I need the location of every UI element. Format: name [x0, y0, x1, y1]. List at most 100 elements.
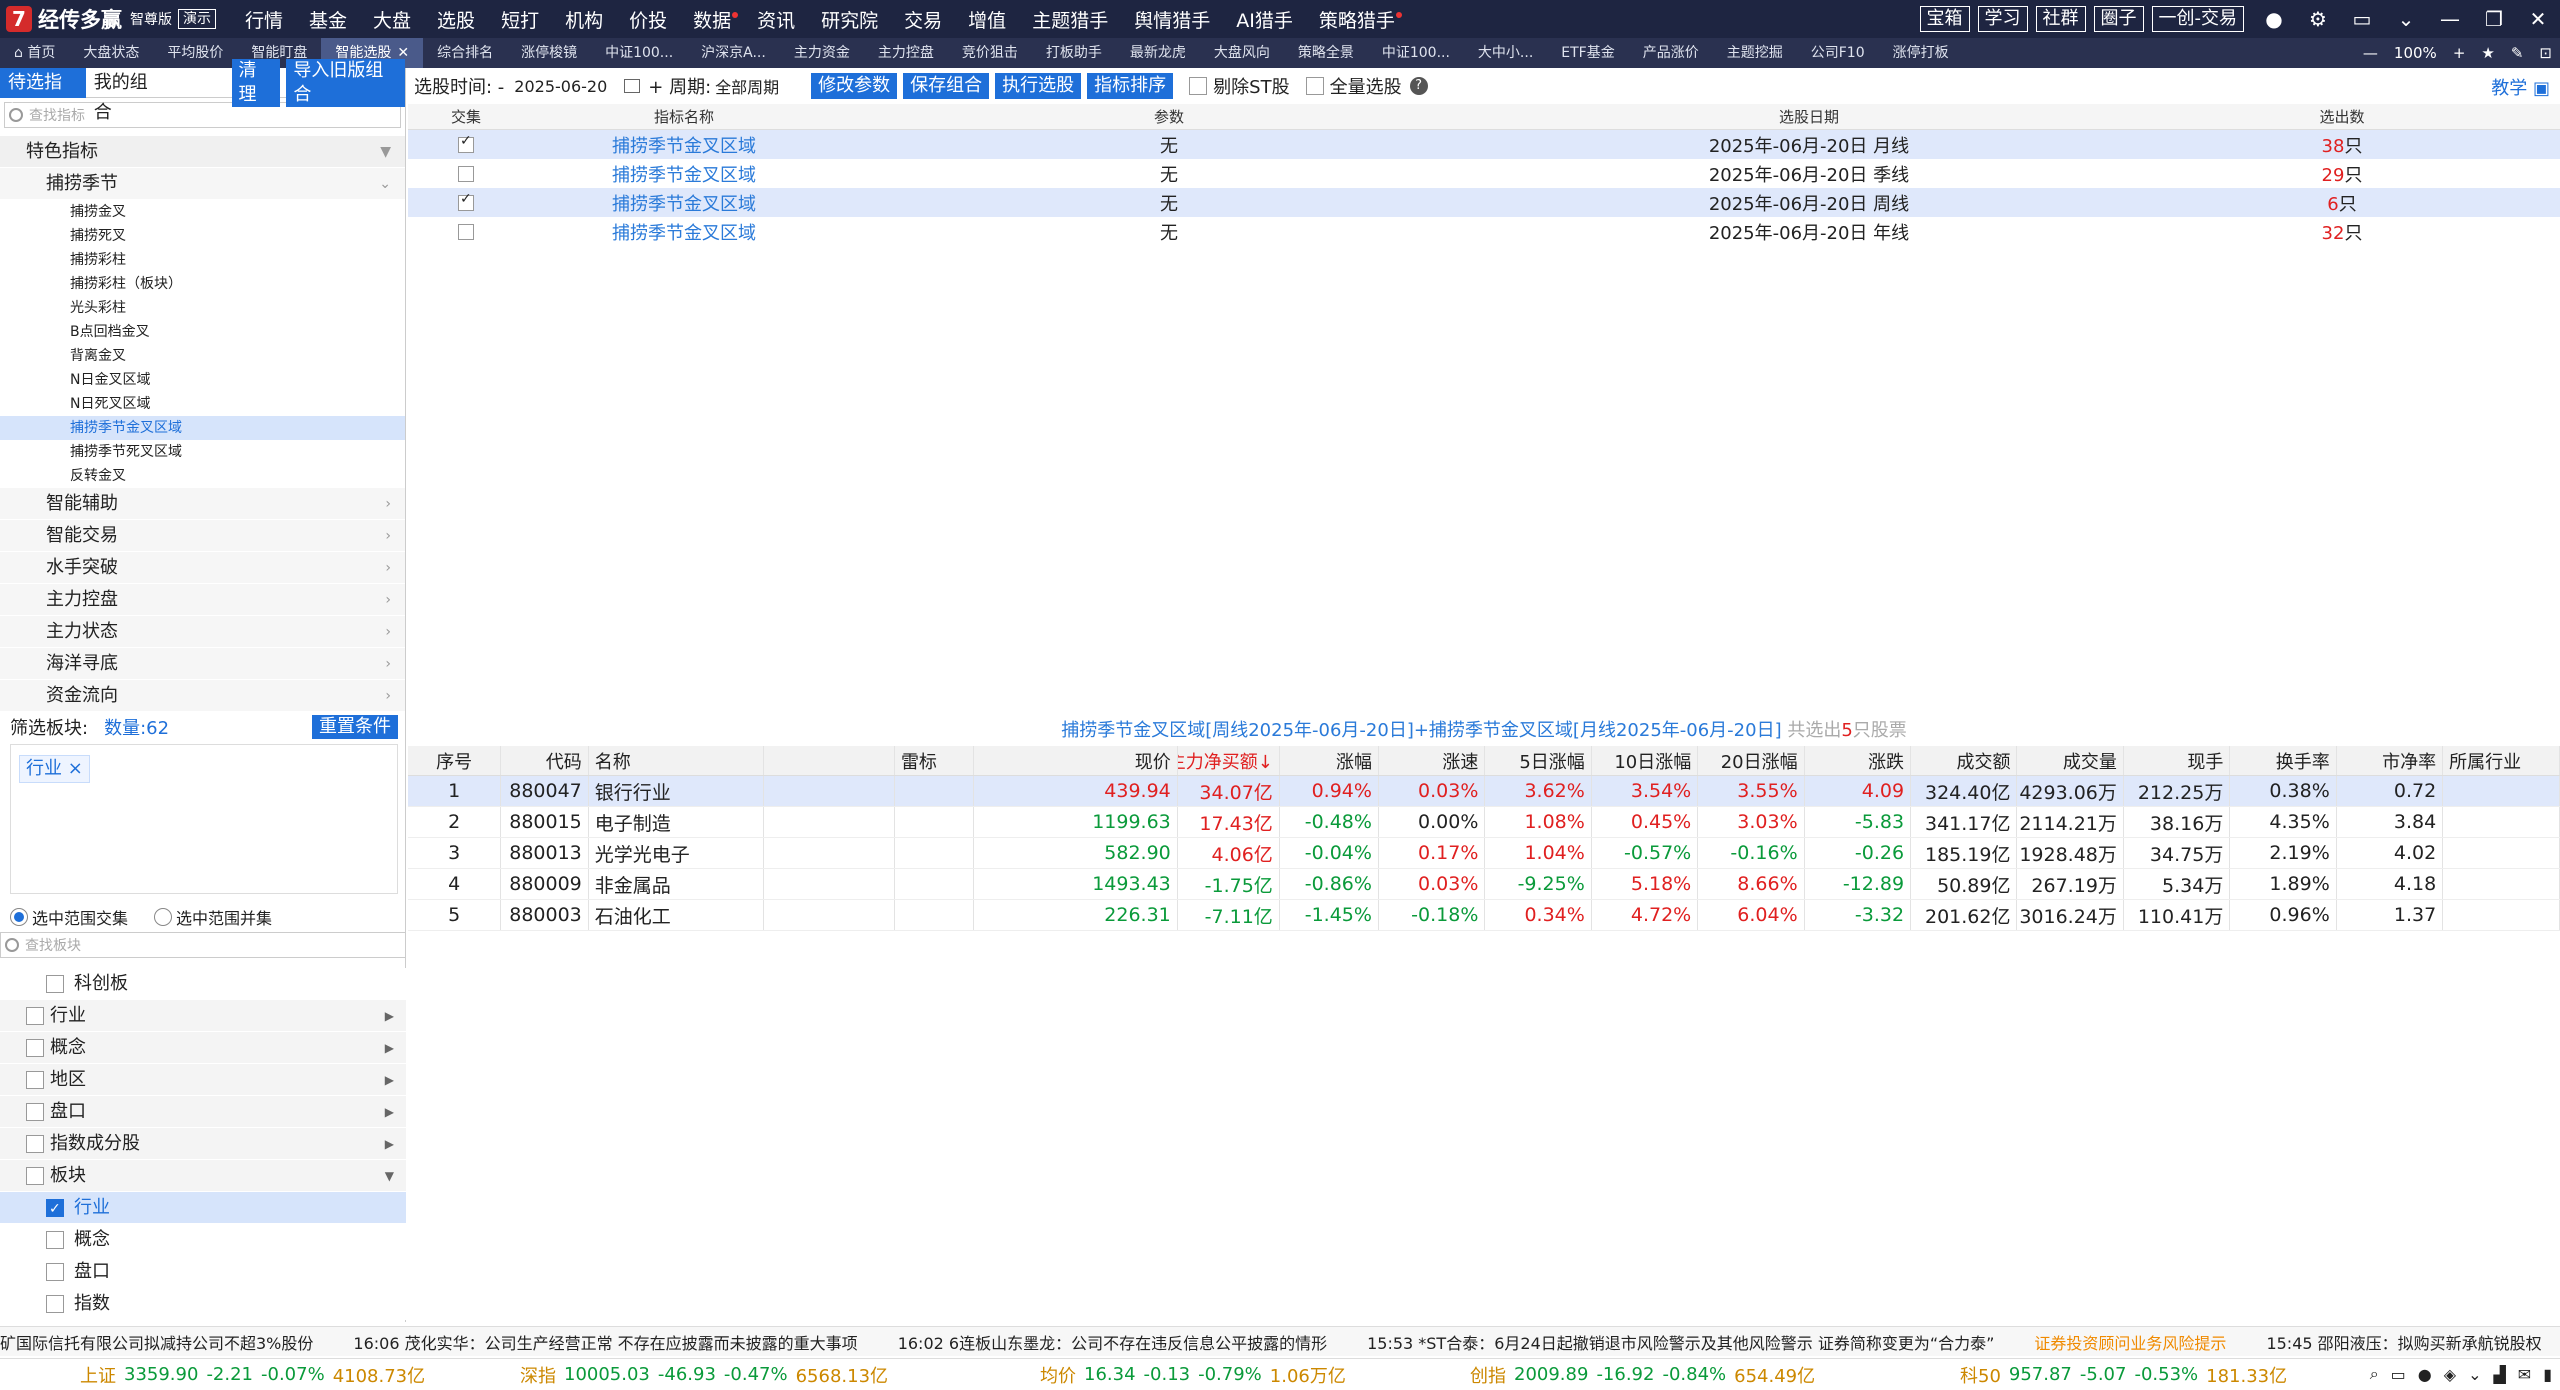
indicator-item[interactable]: 光头彩柱	[0, 296, 405, 320]
news-item[interactable]: 16:02 6连板山东墨龙：公司不存在违反信息公平披露的情形	[898, 1330, 1327, 1354]
indicator-sort-button[interactable]: 指标排序	[1087, 73, 1174, 99]
cell-indicator-name[interactable]: 捕捞季节金叉区域	[524, 190, 844, 216]
indicator-item[interactable]: 捕捞季节死叉区域	[0, 440, 405, 464]
chevron-down-icon[interactable]: ⌄	[2384, 7, 2428, 31]
menu-item[interactable]: 交易	[891, 6, 955, 33]
board-tree-item[interactable]: 概念 ▶	[0, 1032, 406, 1064]
lock-icon[interactable]: ⊡	[2531, 44, 2560, 62]
col-header[interactable]: 10日涨幅	[1592, 746, 1699, 775]
col-header[interactable]: 涨幅	[1280, 746, 1379, 775]
checkbox[interactable]	[26, 1071, 44, 1089]
indicator-item[interactable]: 反转金叉	[0, 464, 405, 488]
subgroup-fishing-season[interactable]: 捕捞季节 ⌄	[0, 168, 405, 200]
table-row[interactable]: 1 880047 银行行业 439.94 34.07亿 0.94% 0.03% 3.62% 3.…	[408, 776, 2560, 807]
indicator-group[interactable]: 智能辅助 ›	[0, 488, 405, 520]
checkbox[interactable]	[26, 1135, 44, 1153]
menu-item[interactable]: 资讯	[744, 6, 808, 33]
board-tree-item[interactable]: 地区 ▶	[0, 1064, 406, 1096]
display-icon[interactable]: ▭	[2391, 1365, 2406, 1384]
execute-select-button[interactable]: 执行选股	[995, 73, 1082, 99]
index-item[interactable]: 科50 957.87 -5.07 -0.53% 181.33亿	[1960, 1362, 2295, 1388]
tab-item[interactable]: 中证100...	[1368, 38, 1464, 68]
col-header[interactable]: 5日涨幅	[1485, 746, 1592, 775]
menu-item[interactable]: 大盘	[360, 6, 424, 33]
table-row[interactable]: 2 880015 电子制造 1199.63 17.43亿 -0.48% 0.00% 1.08%…	[408, 807, 2560, 838]
index-item[interactable]: 深指 10005.03 -46.93 -0.47% 6568.13亿	[520, 1362, 896, 1388]
news-item[interactable]: 证券投资顾问业务风险提示	[2034, 1330, 2226, 1354]
save-combo-button[interactable]: 保存组合	[903, 73, 990, 99]
chart-icon[interactable]: ▟	[2493, 1365, 2505, 1384]
checkbox[interactable]	[26, 1039, 44, 1057]
intersect-checkbox[interactable]	[458, 224, 474, 240]
checkbox[interactable]	[46, 975, 64, 993]
indicator-item[interactable]: 捕捞金叉	[0, 200, 405, 224]
tab-pending-indicators[interactable]: 待选指标	[0, 67, 86, 123]
exclude-st-checkbox[interactable]	[1189, 77, 1208, 95]
intersect-checkbox[interactable]	[458, 133, 474, 153]
indicator-group[interactable]: 海洋寻底 ›	[0, 648, 405, 680]
indicator-item[interactable]: N日金叉区域	[0, 368, 405, 392]
gear-icon[interactable]: ⚙	[2296, 7, 2340, 31]
minus-icon[interactable]: —	[2355, 44, 2386, 62]
group-special-indicators[interactable]: 特色指标 ▼	[0, 136, 405, 168]
menu-item[interactable]: 研究院	[808, 6, 891, 33]
btn-learn[interactable]: 学习	[1977, 6, 2028, 32]
indicator-item[interactable]: 捕捞彩柱（板块）	[0, 272, 405, 296]
tab-item[interactable]: 大盘状态	[69, 38, 153, 68]
indicator-row[interactable]: 捕捞季节金叉区域 无 2025年-06月-20日 周线 6只	[408, 188, 2560, 217]
checkbox[interactable]	[46, 1193, 64, 1225]
btn-trade[interactable]: 一创-交易	[2151, 6, 2244, 32]
checkbox[interactable]	[46, 1263, 64, 1281]
checkbox[interactable]	[46, 1231, 64, 1249]
table-row[interactable]: 5 880003 石油化工 226.31 -7.11亿 -1.45% -0.18% 0.34%…	[408, 900, 2560, 931]
col-header[interactable]: 所属行业	[2443, 746, 2560, 775]
indicator-group[interactable]: 主力状态 ›	[0, 616, 405, 648]
col-header[interactable]	[764, 746, 895, 775]
tab-item[interactable]: 竞价狙击	[948, 38, 1032, 68]
tab-item[interactable]: 涨停梭镜	[507, 38, 591, 68]
btn-community[interactable]: 社群	[2035, 6, 2086, 32]
chevron-down-icon[interactable]: ⌄	[2468, 1365, 2481, 1384]
tab-my-combos[interactable]: 我的组合	[86, 68, 172, 123]
close-icon[interactable]: ✕	[2516, 7, 2560, 31]
indicator-row[interactable]: 捕捞季节金叉区域 无 2025年-06月-20日 月线 38只	[408, 130, 2560, 159]
board-tree-item[interactable]: 概念	[0, 1224, 406, 1256]
tab-item[interactable]: 大中小...	[1464, 38, 1547, 68]
radio-union[interactable]	[154, 908, 173, 926]
menu-item[interactable]: 短打	[488, 6, 552, 33]
board-tree-item[interactable]: 指数成分股 ▶	[0, 1128, 406, 1160]
window-icon[interactable]: ▭	[2340, 7, 2384, 31]
board-tree-item[interactable]: 盘口 ▶	[0, 1096, 406, 1128]
cell-indicator-name[interactable]: 捕捞季节金叉区域	[524, 161, 844, 187]
col-header[interactable]: 雷标	[895, 746, 974, 775]
help-icon[interactable]: ?	[1409, 77, 1428, 95]
checkbox[interactable]	[26, 1007, 44, 1025]
index-item[interactable]: 上证 3359.90 -2.21 -0.07% 4108.73亿	[80, 1362, 433, 1388]
tab-item[interactable]: 平均股价	[153, 38, 237, 68]
indicator-item[interactable]: 捕捞死叉	[0, 224, 405, 248]
calendar-icon[interactable]	[624, 79, 641, 93]
index-item[interactable]: 均价 16.34 -0.13 -0.79% 1.06万亿	[1040, 1362, 1354, 1388]
menu-item[interactable]: 舆情猎手	[1121, 6, 1223, 33]
board-tree-item[interactable]: 板块 ▼	[0, 1160, 406, 1192]
col-header[interactable]: 现价	[974, 746, 1178, 775]
indicator-item[interactable]: B点回档金叉	[0, 320, 405, 344]
indicator-item[interactable]: 捕捞季节金叉区域	[0, 416, 405, 440]
indicator-group[interactable]: 智能交易 ›	[0, 520, 405, 552]
checkbox[interactable]	[26, 1167, 44, 1185]
indicator-item[interactable]: 捕捞彩柱	[0, 248, 405, 272]
col-header[interactable]: 代码	[501, 746, 589, 775]
star-icon[interactable]: ★	[2473, 44, 2502, 62]
board-tree-item[interactable]: 行业	[0, 1192, 406, 1225]
tab-item[interactable]: ⌂ 首页	[0, 38, 69, 68]
period-select[interactable]: 全部周期	[715, 74, 805, 98]
minimize-icon[interactable]: —	[2428, 7, 2472, 31]
modify-params-button[interactable]: 修改参数	[811, 73, 898, 99]
menu-item[interactable]: 价投	[616, 6, 680, 33]
index-item[interactable]: 创指 2009.89 -16.92 -0.84% 654.49亿	[1470, 1362, 1823, 1388]
indicator-item[interactable]: N日死叉区域	[0, 392, 405, 416]
tab-item[interactable]: ETF基金	[1547, 38, 1628, 68]
tab-item[interactable]: 主题挖掘	[1713, 38, 1797, 68]
plus-icon[interactable]: +	[2445, 44, 2474, 62]
menu-item[interactable]: 行情	[232, 6, 296, 33]
